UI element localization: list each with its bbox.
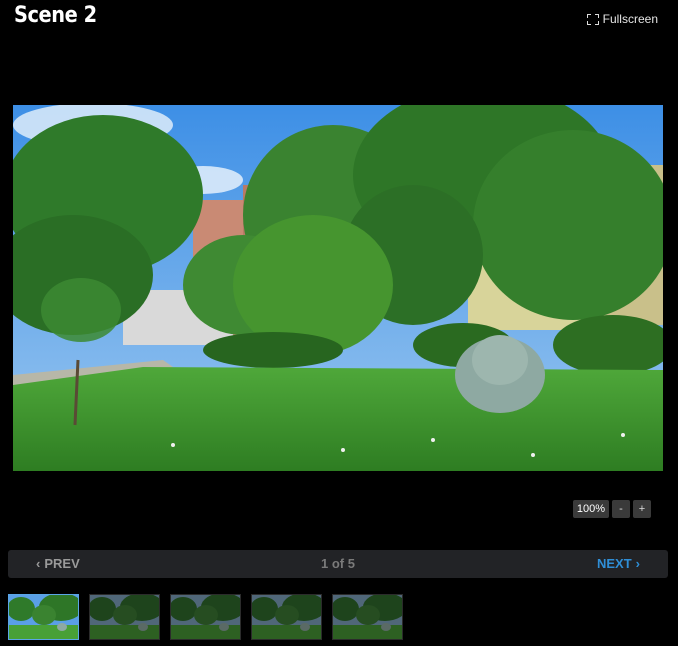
thumbnail-image <box>171 595 240 639</box>
thumbnail-image <box>252 595 321 639</box>
gallery-page: Scene 2 Fullscreen 100% - + ‹ PREV 1 of … <box>0 0 678 646</box>
slide-counter: 1 of 5 <box>321 556 355 571</box>
thumbnail-image <box>90 595 159 639</box>
thumbnail-image <box>9 595 78 639</box>
fullscreen-button[interactable]: Fullscreen <box>586 12 658 26</box>
prev-button[interactable]: ‹ PREV <box>36 550 80 578</box>
chevron-left-icon: ‹ <box>36 556 41 571</box>
zoom-in-button[interactable]: + <box>633 500 651 518</box>
navigation-bar: ‹ PREV 1 of 5 NEXT › <box>8 550 668 578</box>
thumbnail-1[interactable] <box>8 594 79 640</box>
prev-label: PREV <box>44 556 80 571</box>
main-image[interactable] <box>13 105 663 471</box>
zoom-out-button[interactable]: - <box>612 500 630 518</box>
park-scene-image <box>13 105 663 471</box>
thumbnail-5[interactable] <box>332 594 403 640</box>
fullscreen-label: Fullscreen <box>602 12 658 26</box>
next-label: NEXT <box>596 556 632 571</box>
zoom-level: 100% <box>572 500 609 518</box>
page-title: Scene 2 <box>14 3 97 28</box>
thumbnail-4[interactable] <box>251 594 322 640</box>
thumbnail-3[interactable] <box>170 594 241 640</box>
chevron-right-icon: › <box>635 556 640 571</box>
fullscreen-icon <box>586 13 599 25</box>
next-button[interactable]: NEXT › <box>597 550 640 578</box>
thumbnail-image <box>333 595 402 639</box>
thumbnail-strip <box>8 594 403 640</box>
thumbnail-2[interactable] <box>89 594 160 640</box>
zoom-controls: 100% - + <box>572 500 651 518</box>
